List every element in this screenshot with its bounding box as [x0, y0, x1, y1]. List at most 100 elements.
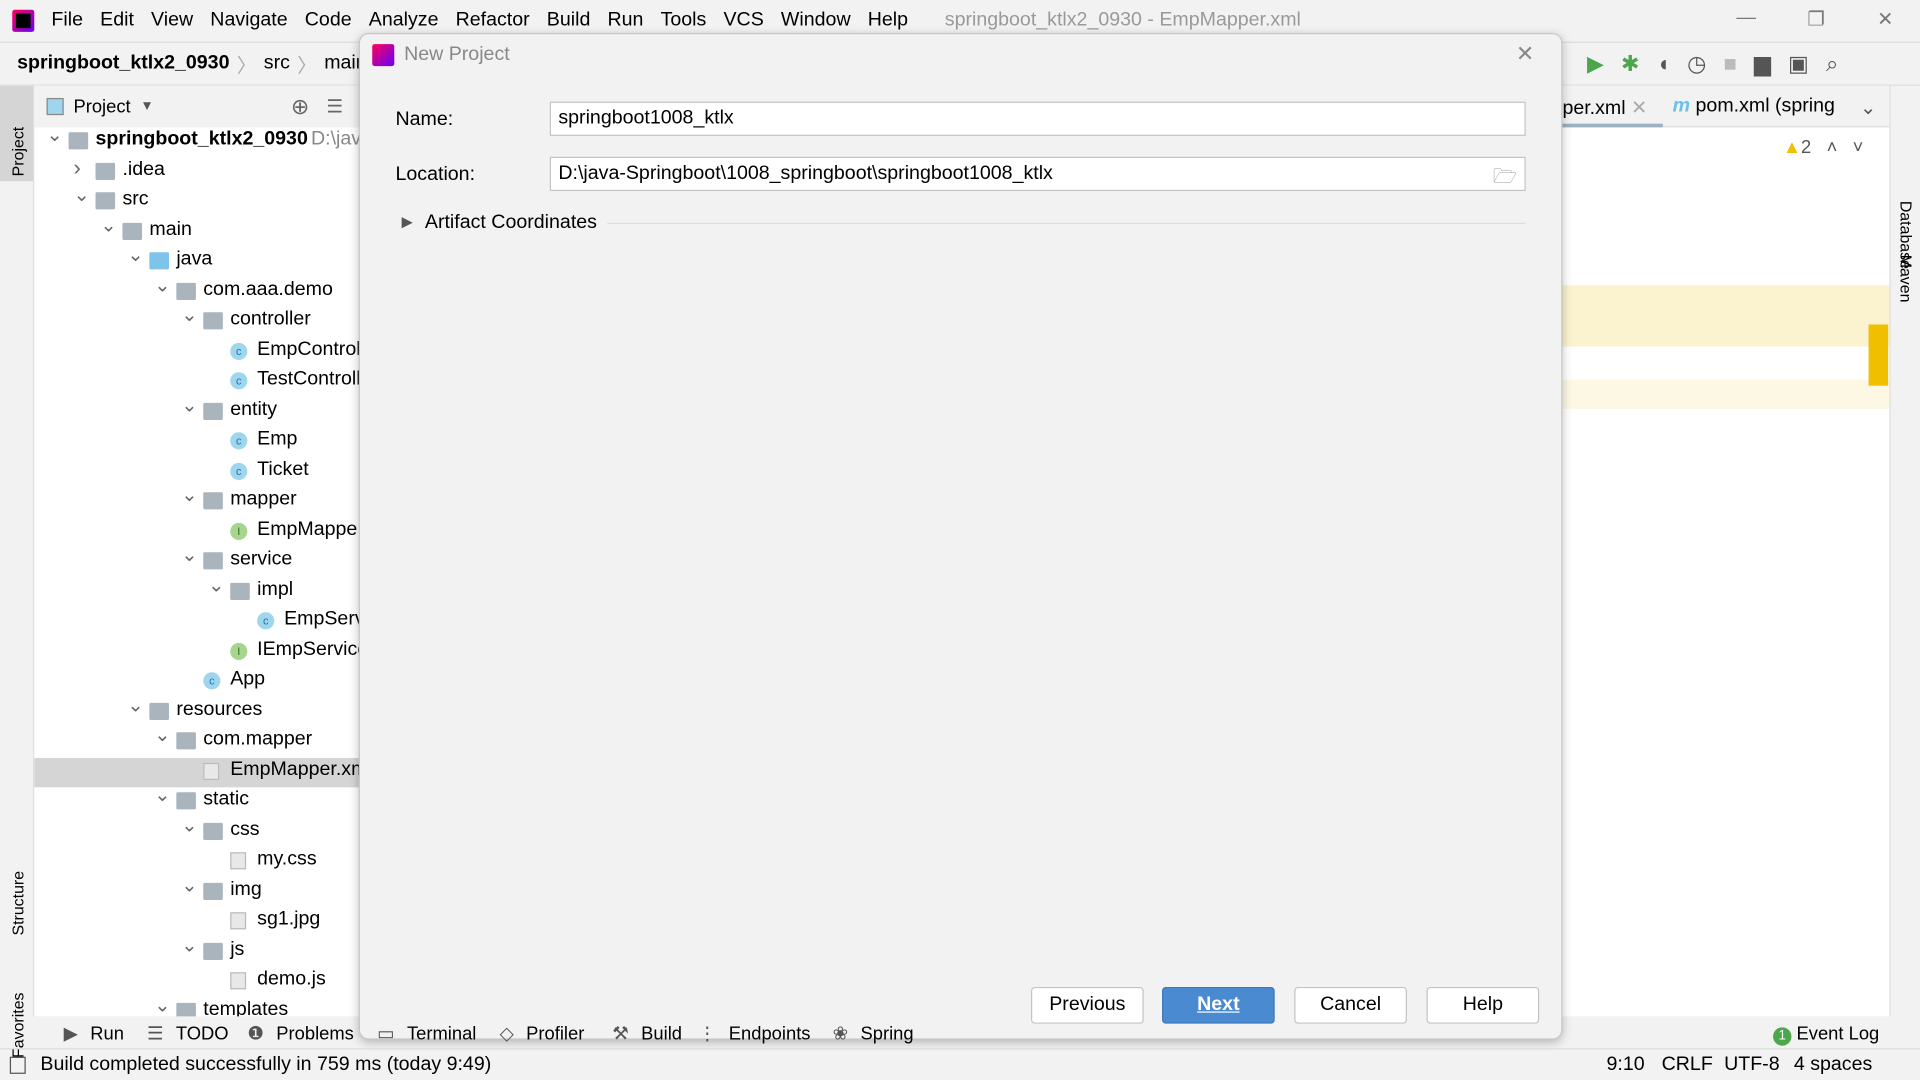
chevron-down-icon[interactable]: ⌄	[208, 572, 224, 596]
tree-item[interactable]: EmpMapper.xm	[34, 757, 361, 787]
close-dialog-button[interactable]: ✕	[1516, 42, 1534, 68]
menu-tools[interactable]: Tools	[661, 10, 707, 31]
browse-folder-icon[interactable]: 🗁	[1493, 163, 1517, 196]
name-field[interactable]: springboot1008_ktlx	[549, 101, 1526, 136]
debug-icon[interactable]: ✱	[1621, 51, 1639, 77]
tool-terminal[interactable]: ▭ Terminal	[370, 1022, 476, 1045]
chevron-down-icon[interactable]: ⌄	[181, 872, 197, 896]
tree-item[interactable]: ⌄ impl	[34, 575, 360, 606]
tool-problems[interactable]: ❶ Problems	[240, 1022, 354, 1045]
chevron-right-icon[interactable]: ›	[73, 155, 80, 181]
menu-analyze[interactable]: Analyze	[369, 10, 439, 31]
chevron-down-icon[interactable]: ⌄	[181, 392, 197, 416]
tabs-dropdown-icon[interactable]: ⌄	[1860, 96, 1876, 120]
breadcrumb-src[interactable]: src	[264, 53, 290, 75]
stop-icon[interactable]: ■	[1724, 51, 1737, 77]
menu-navigate[interactable]: Navigate	[210, 10, 287, 31]
chevron-down-icon[interactable]: ⌄	[181, 482, 197, 506]
menu-vcs[interactable]: VCS	[723, 10, 763, 31]
run-icon[interactable]: ▶	[1587, 51, 1604, 77]
tree-item[interactable]: c App	[34, 667, 360, 696]
menu-code[interactable]: Code	[305, 10, 352, 31]
menu-refactor[interactable]: Refactor	[456, 10, 530, 31]
chevron-down-icon[interactable]: ⌄	[73, 182, 89, 206]
tree-item[interactable]: c EmpControl	[34, 337, 360, 366]
restore-button[interactable]: ❐	[1807, 7, 1825, 31]
maven-tool-button[interactable]: Maven	[1897, 255, 1915, 303]
project-tool-button[interactable]: Project	[9, 127, 27, 177]
tree-item[interactable]: ⌄ img	[34, 875, 360, 906]
tool-spring[interactable]: ❀ Spring	[825, 1022, 914, 1045]
tree-item[interactable]: ⌄ java	[34, 245, 360, 276]
chevron-down-icon[interactable]: ⌄	[154, 782, 170, 806]
menu-view[interactable]: View	[151, 10, 193, 31]
scrollbar-marker[interactable]	[1868, 324, 1889, 386]
status-message[interactable]: Build completed successfully in 759 ms (…	[40, 1054, 491, 1076]
tab-empmapper[interactable]: per.xml ✕	[1562, 86, 1663, 128]
tree-item[interactable]: ⌄ mapper	[34, 485, 360, 516]
locate-icon[interactable]: ⊕	[291, 94, 309, 120]
collapse-all-icon[interactable]: ☰	[327, 96, 343, 118]
menu-build[interactable]: Build	[547, 10, 591, 31]
close-window-button[interactable]: ✕	[1877, 7, 1893, 31]
minimize-button[interactable]: —	[1736, 7, 1756, 29]
tree-item[interactable]: c Emp	[34, 427, 360, 456]
status-toggle-icon[interactable]	[9, 1056, 26, 1074]
tool-endpoints[interactable]: ⋮ Endpoints	[691, 1022, 811, 1045]
expand-arrow-icon[interactable]: ▶	[402, 213, 413, 230]
tree-item[interactable]: ⌄ src	[34, 185, 360, 216]
chevron-down-icon[interactable]: ⌄	[154, 722, 170, 746]
location-field[interactable]: D:\java-Springboot\1008_springboot\sprin…	[549, 156, 1526, 192]
tool-profiler[interactable]: ◇ Profiler	[492, 1022, 585, 1045]
inspection-widget[interactable]: ▲2 ˄ ˅	[1783, 137, 1863, 158]
chevron-down-icon[interactable]: ⌄	[181, 812, 197, 836]
tool-todo[interactable]: ☰ TODO	[140, 1022, 229, 1045]
tree-item[interactable]: ⌄ main	[34, 215, 360, 246]
line-separator[interactable]: CRLF	[1662, 1054, 1713, 1076]
chevron-down-icon[interactable]: ⌄	[181, 932, 197, 956]
tree-item[interactable]: ⌄ com.mapper	[34, 725, 360, 756]
project-view-selector[interactable]: Project	[73, 96, 130, 117]
tree-item[interactable]: ⌄ templates	[34, 995, 360, 1017]
tree-item[interactable]: ⌄ controller	[34, 305, 360, 336]
indent-setting[interactable]: 4 spaces	[1794, 1054, 1872, 1076]
chevron-down-icon[interactable]: ⌄	[154, 992, 170, 1016]
tree-item[interactable]: I IEmpService	[34, 637, 360, 666]
chevron-down-icon[interactable]: ⌄	[181, 542, 197, 566]
tree-item[interactable]: ⌄ resources	[34, 695, 360, 726]
chevron-down-icon[interactable]: ⌄	[181, 302, 197, 326]
structure-tool-button[interactable]: Structure	[9, 871, 27, 936]
chevron-down-icon[interactable]: ⌄	[127, 692, 143, 716]
tree-item[interactable]: ⌄ js	[34, 935, 360, 966]
caret-position[interactable]: 9:10	[1607, 1054, 1645, 1076]
breadcrumb-project[interactable]: springboot_ktlx2_0930	[17, 53, 229, 75]
tree-item[interactable]: ⌄ entity	[34, 395, 360, 426]
chevron-down-icon[interactable]: ⌄	[47, 122, 63, 146]
event-log-button[interactable]: 1 Event Log	[1773, 1024, 1879, 1046]
tree-item[interactable]: c EmpServ	[34, 607, 360, 636]
chevron-down-icon[interactable]: ⌄	[100, 212, 116, 236]
search-icon[interactable]: ⌕	[1826, 51, 1838, 77]
file-encoding[interactable]: UTF-8	[1724, 1054, 1780, 1076]
profile-icon[interactable]: ◷	[1687, 51, 1706, 77]
tab-pom[interactable]: m pom.xml (spring	[1673, 96, 1835, 118]
menu-edit[interactable]: Edit	[100, 10, 134, 31]
tree-item[interactable]: demo.js	[34, 967, 360, 996]
coverage-icon[interactable]: ◖	[1657, 51, 1670, 77]
tree-item[interactable]: ⌄ service	[34, 545, 360, 576]
tool-run[interactable]: ▶ Run	[56, 1022, 124, 1045]
close-tab-icon[interactable]: ✕	[1631, 98, 1647, 119]
tool-build[interactable]: ⚒ Build	[605, 1022, 682, 1045]
menu-help[interactable]: Help	[868, 10, 908, 31]
menu-file[interactable]: File	[51, 10, 83, 31]
chevron-down-icon[interactable]: ⌄	[127, 242, 143, 266]
chevron-down-icon[interactable]: ▼	[140, 99, 153, 114]
run-anything-icon[interactable]: ▣	[1788, 51, 1809, 77]
chevron-down-icon[interactable]: ⌄	[154, 272, 170, 296]
tree-item[interactable]: ⌄ css	[34, 815, 360, 846]
menu-run[interactable]: Run	[608, 10, 644, 31]
tree-item[interactable]: ⌄ springboot_ktlx2_0930 D:\jav	[34, 125, 360, 156]
project-structure-icon[interactable]: ▆	[1754, 51, 1771, 77]
artifact-coordinates-toggle[interactable]: Artifact Coordinates	[425, 212, 597, 234]
menu-window[interactable]: Window	[781, 10, 851, 31]
